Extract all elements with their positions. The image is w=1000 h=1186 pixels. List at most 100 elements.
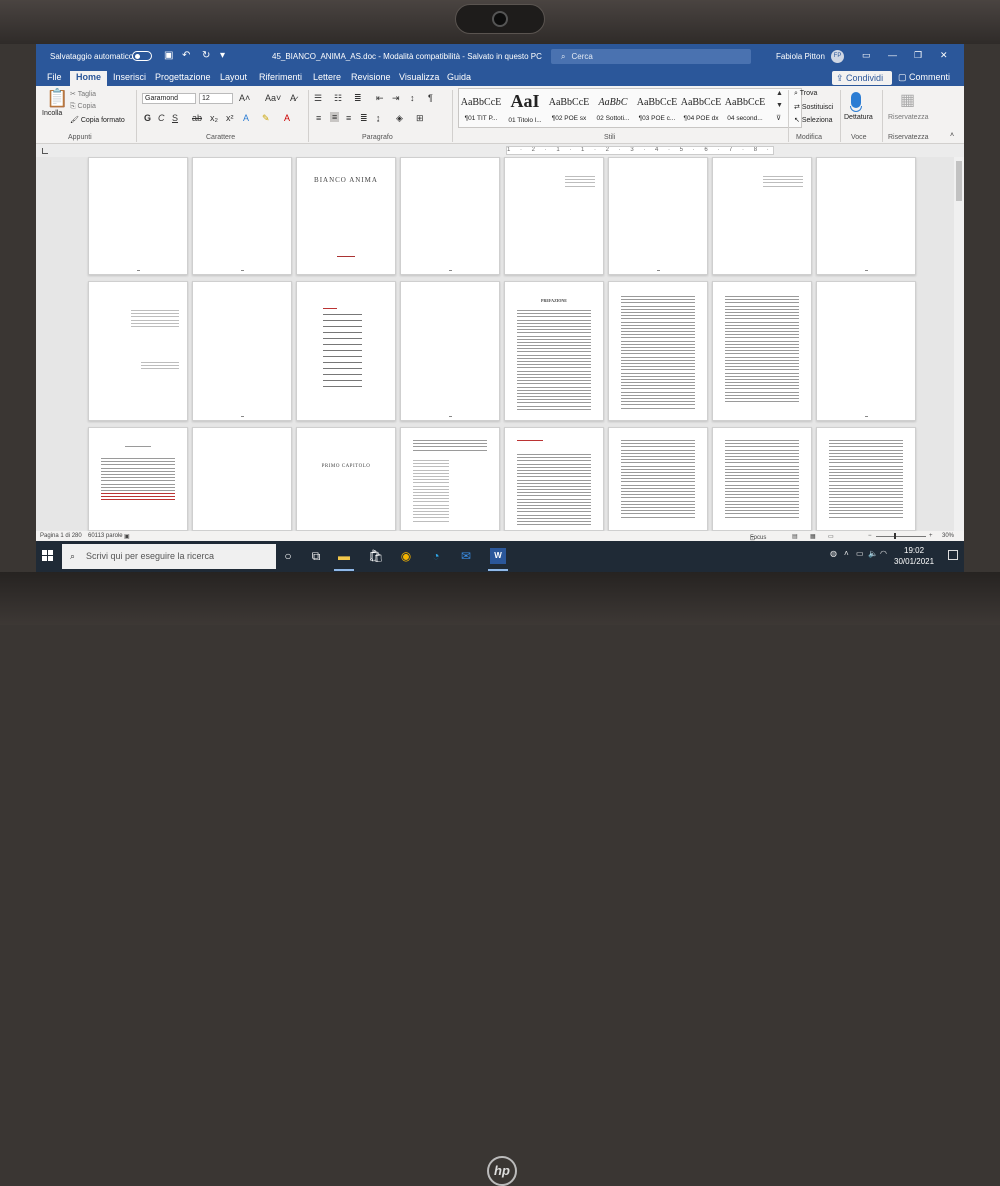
page-thumbnail[interactable]: [88, 281, 188, 421]
align-center-icon[interactable]: ≡: [330, 112, 340, 122]
page-thumbnail[interactable]: PRIMO CAPITOLO: [296, 427, 396, 531]
tab-file[interactable]: File: [47, 72, 62, 82]
edge-icon[interactable]: ◔: [428, 548, 444, 564]
read-mode-icon[interactable]: ▤: [792, 533, 798, 540]
style-01-tit[interactable]: AaBbCcE ¶01 TIT P...: [460, 89, 502, 127]
style-04-poe-dx[interactable]: AaBbCcE ¶04 POE dx: [680, 89, 722, 127]
document-canvas[interactable]: BIANCO ANIMA PREFAZIONE PRIMO CAPITOLO: [36, 157, 964, 531]
dictate-button[interactable]: Dettatura: [844, 114, 873, 121]
wifi-icon[interactable]: ◠: [880, 549, 887, 558]
save-icon[interactable]: ▣: [164, 50, 173, 61]
font-name-box[interactable]: Garamond: [142, 93, 196, 104]
page-thumbnail[interactable]: [88, 427, 188, 531]
bold-icon[interactable]: G: [144, 113, 151, 123]
close-icon[interactable]: ✕: [940, 50, 948, 61]
tab-help[interactable]: Guida: [447, 72, 471, 82]
tab-selector[interactable]: [42, 148, 48, 154]
style-01-titolo[interactable]: AaI 01 Titolo l...: [504, 89, 546, 127]
pilcrow-icon[interactable]: ¶: [428, 93, 433, 103]
page-thumbnail[interactable]: [608, 281, 708, 421]
style-02-sottotitolo[interactable]: AaBbC 02 Sottoti...: [592, 89, 634, 127]
font-color-icon[interactable]: A: [284, 113, 290, 123]
people-icon[interactable]: ◍: [830, 549, 837, 558]
tab-layout[interactable]: Layout: [220, 72, 247, 82]
style-04-second[interactable]: AaBbCcE 04 second...: [724, 89, 766, 127]
justify-icon[interactable]: ≣: [360, 113, 368, 124]
copy-button[interactable]: ⎘ Copia: [70, 103, 96, 111]
taskbar-clock[interactable]: 19:02 30/01/2021: [894, 545, 934, 567]
vertical-scrollbar[interactable]: [954, 157, 964, 531]
increase-indent-icon[interactable]: ⇥: [392, 93, 400, 104]
replace-button[interactable]: ⇄ Sostituisci: [794, 103, 833, 111]
scrollbar-thumb[interactable]: [956, 161, 962, 201]
align-right-icon[interactable]: ≡: [346, 113, 351, 123]
styles-scroll-up-icon[interactable]: ▲: [776, 90, 783, 97]
style-03-poe-c[interactable]: AaBbCcE ¶03 POE c...: [636, 89, 678, 127]
user-name[interactable]: Fabiola Pitton: [776, 52, 825, 61]
sensitivity-button[interactable]: Riservatezza: [888, 114, 928, 121]
show-hidden-icons[interactable]: ˄: [844, 549, 849, 558]
file-explorer-icon[interactable]: ▬: [336, 548, 352, 564]
ribbon-display-icon[interactable]: ▭: [862, 50, 871, 61]
tab-insert[interactable]: Inserisci: [113, 72, 146, 82]
taskbar-search-box[interactable]: ⌕ Scrivi qui per eseguire la ricerca: [62, 544, 276, 569]
numbering-icon[interactable]: ☷: [334, 93, 342, 104]
sensitivity-icon[interactable]: ▦: [900, 90, 915, 110]
superscript-icon[interactable]: x²: [226, 113, 234, 123]
cut-button[interactable]: ✂ Taglia: [70, 90, 96, 98]
shading-icon[interactable]: ◈: [396, 113, 403, 124]
strikethrough-icon[interactable]: ab: [192, 113, 202, 123]
find-button[interactable]: ⌕ Trova: [794, 90, 817, 98]
mail-icon[interactable]: ✉: [458, 548, 474, 564]
zoom-slider[interactable]: [876, 536, 926, 537]
styles-scroll-down-icon[interactable]: ▼: [776, 102, 783, 109]
page-thumbnail[interactable]: [192, 427, 292, 531]
notification-icon[interactable]: [948, 550, 958, 560]
zoom-level[interactable]: 30%: [942, 533, 954, 539]
highlight-icon[interactable]: ✎: [262, 113, 270, 124]
tab-mailings[interactable]: Lettere: [313, 72, 341, 82]
font-case-icon[interactable]: Aa˅: [265, 93, 281, 103]
chrome-icon[interactable]: ◉: [398, 548, 414, 564]
page-thumbnail[interactable]: [504, 427, 604, 531]
page-thumbnail[interactable]: [400, 157, 500, 275]
restore-icon[interactable]: ❐: [914, 50, 922, 61]
proofing-icon[interactable]: ▣: [124, 533, 130, 540]
avatar[interactable]: FP: [831, 50, 844, 63]
decrease-indent-icon[interactable]: ⇤: [376, 93, 384, 104]
underline-icon[interactable]: S: [172, 113, 178, 123]
page-thumbnail[interactable]: [296, 281, 396, 421]
page-thumbnail[interactable]: [192, 281, 292, 421]
page-thumbnail[interactable]: [192, 157, 292, 275]
store-icon[interactable]: 🛍: [368, 548, 384, 564]
format-painter-button[interactable]: 🖌 Copia formato: [70, 116, 125, 124]
task-view-icon[interactable]: ⧉: [308, 548, 324, 564]
minimize-icon[interactable]: —: [888, 50, 897, 60]
borders-icon[interactable]: ⊞: [416, 113, 424, 124]
tab-references[interactable]: Riferimenti: [259, 72, 302, 82]
cortana-icon[interactable]: ○: [280, 548, 296, 564]
word-count[interactable]: 60113 parole: [88, 533, 123, 539]
multilevel-list-icon[interactable]: ≣: [354, 93, 362, 104]
collapse-ribbon-icon[interactable]: ˄: [950, 132, 954, 139]
page-count[interactable]: Pagina 1 di 280: [40, 533, 82, 539]
comments-button[interactable]: ▢ Commenti: [898, 72, 950, 83]
page-thumbnail[interactable]: [816, 427, 916, 531]
network-icon[interactable]: ▭: [856, 549, 864, 558]
page-thumbnail[interactable]: [400, 427, 500, 531]
page-thumbnail[interactable]: [608, 427, 708, 531]
tab-design[interactable]: Progettazione: [155, 72, 211, 82]
styles-more-icon[interactable]: ⊽: [776, 114, 781, 122]
bullets-icon[interactable]: ☰: [314, 93, 322, 104]
undo-icon[interactable]: ↶: [182, 50, 190, 61]
word-icon[interactable]: W: [490, 548, 506, 564]
page-thumbnail[interactable]: [816, 157, 916, 275]
page-thumbnail[interactable]: [608, 157, 708, 275]
autosave-toggle[interactable]: [132, 51, 152, 61]
page-thumbnail[interactable]: PREFAZIONE: [504, 281, 604, 421]
page-thumbnail[interactable]: BIANCO ANIMA: [296, 157, 396, 275]
sort-icon[interactable]: ↕: [410, 93, 415, 103]
page-thumbnail[interactable]: [712, 157, 812, 275]
clear-format-icon[interactable]: A̷: [290, 93, 296, 103]
italic-icon[interactable]: C: [158, 113, 165, 123]
